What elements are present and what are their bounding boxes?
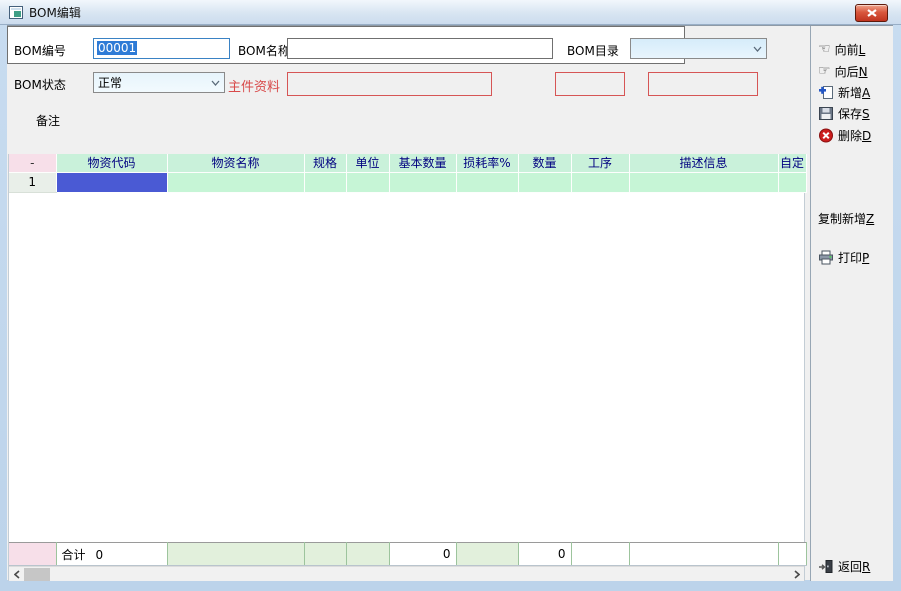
floppy-disk-icon bbox=[818, 106, 834, 121]
total-qty: 0 bbox=[518, 543, 571, 566]
cell-material-code-selected[interactable] bbox=[56, 172, 167, 192]
form-window-icon bbox=[9, 6, 23, 19]
cell-spec[interactable] bbox=[304, 172, 346, 192]
cell-custom[interactable] bbox=[778, 172, 806, 192]
cell-basic-qty[interactable] bbox=[389, 172, 456, 192]
table-header-row: - 物资代码 物资名称 规格 单位 基本数量 损耗率% 数量 工序 描述信息 自… bbox=[9, 154, 806, 172]
total-material-name-cell bbox=[167, 543, 304, 566]
total-basic-qty: 0 bbox=[389, 543, 456, 566]
total-rownum-cell bbox=[9, 543, 56, 566]
bom-number-label: BOM编号 bbox=[14, 42, 66, 59]
col-header-loss-rate: 损耗率% bbox=[456, 154, 518, 172]
col-header-rownum: - bbox=[9, 154, 56, 172]
scroll-right-arrow-icon[interactable] bbox=[789, 567, 804, 582]
chevron-down-icon bbox=[749, 39, 766, 58]
print-button[interactable]: 打印P bbox=[818, 248, 869, 266]
col-header-unit: 单位 bbox=[346, 154, 389, 172]
close-button[interactable] bbox=[855, 4, 888, 22]
col-header-process: 工序 bbox=[571, 154, 629, 172]
col-header-description: 描述信息 bbox=[629, 154, 778, 172]
titlebar[interactable]: BOM编辑 bbox=[0, 0, 901, 25]
bom-number-selected-text: 00001 bbox=[97, 41, 137, 55]
delete-button[interactable]: 删除D bbox=[818, 126, 871, 144]
horizontal-scrollbar[interactable] bbox=[9, 566, 804, 581]
bom-items-table: - 物资代码 物资名称 规格 单位 基本数量 损耗率% 数量 工序 描述信息 自… bbox=[9, 154, 807, 193]
main-part-field-1[interactable] bbox=[287, 72, 492, 96]
bom-directory-select[interactable] bbox=[630, 38, 767, 59]
scrollbar-thumb[interactable] bbox=[24, 568, 50, 581]
prev-button[interactable]: ☜ 向前L bbox=[818, 40, 865, 58]
printer-icon bbox=[818, 250, 834, 265]
bom-status-label: BOM状态 bbox=[14, 76, 66, 93]
total-unit-cell bbox=[346, 543, 389, 566]
bom-name-input[interactable] bbox=[287, 38, 553, 59]
action-panel: ☜ 向前L ☞ 向后N 新增A bbox=[810, 26, 893, 581]
total-row-table: 合计 0 0 0 bbox=[9, 542, 807, 566]
total-description-cell bbox=[629, 543, 778, 566]
row-number-cell[interactable]: 1 bbox=[9, 172, 56, 192]
total-custom-cell bbox=[778, 543, 806, 566]
hand-point-left-icon: ☜ bbox=[818, 43, 831, 55]
col-header-basic-qty: 基本数量 bbox=[389, 154, 456, 172]
back-button[interactable]: 返回R bbox=[818, 557, 870, 575]
close-icon bbox=[867, 9, 877, 17]
col-header-qty: 数量 bbox=[518, 154, 571, 172]
total-spec-cell bbox=[304, 543, 346, 566]
main-part-field-3[interactable] bbox=[648, 72, 758, 96]
col-header-spec: 规格 bbox=[304, 154, 346, 172]
table-row: 1 bbox=[9, 172, 806, 192]
exit-door-icon bbox=[818, 559, 834, 574]
total-label: 合计 bbox=[62, 548, 86, 562]
hand-point-right-icon: ☞ bbox=[818, 65, 831, 77]
client-area: BOM编号 00001 BOM名称 BOM目录 BOM状态 正常 主件资料 备注 bbox=[7, 25, 893, 580]
total-label-cell: 合计 0 bbox=[56, 543, 167, 566]
total-loss-rate-cell bbox=[456, 543, 518, 566]
bom-status-select[interactable]: 正常 bbox=[93, 72, 225, 93]
bom-name-label: BOM名称 bbox=[238, 42, 290, 59]
cell-qty[interactable] bbox=[518, 172, 571, 192]
total-row: 合计 0 0 0 bbox=[9, 543, 806, 566]
scroll-left-arrow-icon[interactable] bbox=[9, 567, 24, 582]
bom-number-input[interactable]: 00001 bbox=[93, 38, 230, 59]
cell-description[interactable] bbox=[629, 172, 778, 192]
bom-items-grid: - 物资代码 物资名称 规格 单位 基本数量 损耗率% 数量 工序 描述信息 自… bbox=[8, 154, 805, 581]
col-header-material-name: 物资名称 bbox=[167, 154, 304, 172]
col-header-custom: 自定 bbox=[778, 154, 806, 172]
add-button[interactable]: 新增A bbox=[818, 83, 870, 101]
cell-process[interactable] bbox=[571, 172, 629, 192]
main-part-field-2[interactable] bbox=[555, 72, 625, 96]
grid-empty-area bbox=[9, 193, 804, 543]
bom-edit-window: BOM编辑 BOM编号 00001 BOM名称 BOM目录 BOM状态 正常 bbox=[0, 0, 901, 591]
red-circle-x-icon bbox=[818, 128, 834, 143]
cell-material-name[interactable] bbox=[167, 172, 304, 192]
copy-add-button[interactable]: 复制新增Z bbox=[818, 209, 874, 227]
cell-loss-rate[interactable] bbox=[456, 172, 518, 192]
page-plus-icon bbox=[818, 85, 834, 100]
bom-status-value: 正常 bbox=[94, 74, 207, 91]
next-button[interactable]: ☞ 向后N bbox=[818, 62, 868, 80]
page-title: BOM编辑 bbox=[29, 4, 81, 21]
bom-directory-label: BOM目录 bbox=[567, 42, 619, 59]
save-button[interactable]: 保存S bbox=[818, 104, 870, 122]
col-header-material-code: 物资代码 bbox=[56, 154, 167, 172]
cell-unit[interactable] bbox=[346, 172, 389, 192]
total-process-cell bbox=[571, 543, 629, 566]
remark-label: 备注 bbox=[36, 112, 60, 129]
main-part-label: 主件资料 bbox=[228, 76, 280, 95]
chevron-down-icon bbox=[207, 73, 224, 92]
total-value: 0 bbox=[96, 548, 104, 562]
